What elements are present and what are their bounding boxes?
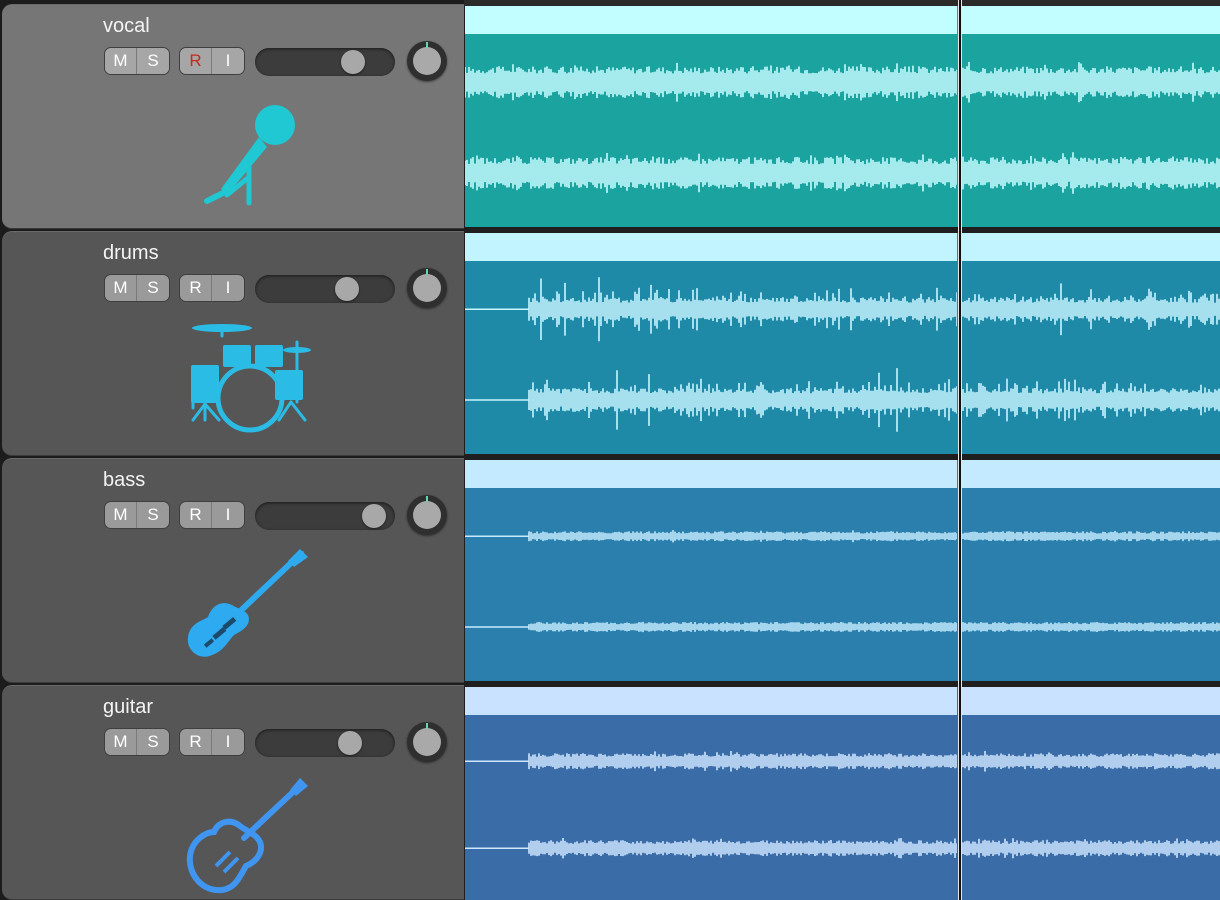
track-header-vocal[interactable]: vocal M S R I bbox=[2, 4, 464, 229]
track-name: bass bbox=[103, 469, 146, 491]
playhead[interactable] bbox=[959, 0, 961, 900]
record-enable-button[interactable]: R bbox=[180, 502, 212, 528]
volume-slider[interactable] bbox=[255, 729, 395, 757]
record-input-group: R I bbox=[180, 729, 244, 755]
microphone-icon bbox=[204, 105, 295, 206]
waveform bbox=[465, 530, 1220, 633]
pan-knob[interactable] bbox=[407, 268, 447, 308]
track-name: drums bbox=[103, 242, 159, 264]
volume-slider-knob[interactable] bbox=[335, 277, 359, 301]
record-enable-button[interactable]: R bbox=[180, 48, 212, 74]
record-input-group: R I bbox=[180, 502, 244, 528]
tracks-area[interactable] bbox=[464, 0, 1220, 900]
mute-solo-group: M S bbox=[105, 729, 169, 755]
track-name: guitar bbox=[103, 696, 154, 718]
pan-knob[interactable] bbox=[407, 41, 447, 81]
volume-slider-knob[interactable] bbox=[362, 504, 386, 528]
waveform bbox=[465, 62, 1220, 194]
record-enable-button[interactable]: R bbox=[180, 275, 212, 301]
volume-slider-knob[interactable] bbox=[338, 731, 362, 755]
record-input-group: R I bbox=[180, 275, 244, 301]
volume-slider-knob[interactable] bbox=[341, 50, 365, 74]
track-name: vocal bbox=[103, 15, 150, 37]
bass-guitar-icon bbox=[187, 549, 308, 657]
mute-solo-group: M S bbox=[105, 48, 169, 74]
audio-region-vocal[interactable] bbox=[465, 6, 1220, 227]
pan-knob[interactable] bbox=[407, 722, 447, 762]
record-input-group: R I bbox=[180, 48, 244, 74]
input-monitor-button[interactable]: I bbox=[212, 729, 244, 755]
mute-button[interactable]: M bbox=[105, 275, 137, 301]
waveform bbox=[465, 751, 1220, 859]
volume-slider[interactable] bbox=[255, 275, 395, 303]
input-monitor-button[interactable]: I bbox=[212, 275, 244, 301]
audio-region-drums[interactable] bbox=[465, 233, 1220, 454]
track-header-bass[interactable]: bass M S R I bbox=[2, 458, 464, 683]
solo-button[interactable]: S bbox=[137, 729, 169, 755]
electric-guitar-icon bbox=[186, 778, 308, 894]
record-enable-button[interactable]: R bbox=[180, 729, 212, 755]
audio-region-guitar[interactable] bbox=[465, 687, 1220, 900]
solo-button[interactable]: S bbox=[137, 275, 169, 301]
input-monitor-button[interactable]: I bbox=[212, 48, 244, 74]
track-header-drums[interactable]: drums M S R I bbox=[2, 231, 464, 456]
mute-button[interactable]: M bbox=[105, 48, 137, 74]
audio-region-bass[interactable] bbox=[465, 460, 1220, 681]
waveform bbox=[465, 277, 1220, 432]
track-header-guitar[interactable]: guitar M S R I bbox=[2, 685, 464, 900]
mute-solo-group: M S bbox=[105, 275, 169, 301]
track-headers-panel: vocal M S R I drums M S R I bass M S R I… bbox=[0, 0, 464, 900]
volume-slider[interactable] bbox=[255, 48, 395, 76]
solo-button[interactable]: S bbox=[137, 502, 169, 528]
pan-knob[interactable] bbox=[407, 495, 447, 535]
mute-button[interactable]: M bbox=[105, 729, 137, 755]
volume-slider[interactable] bbox=[255, 502, 395, 530]
mute-solo-group: M S bbox=[105, 502, 169, 528]
solo-button[interactable]: S bbox=[137, 48, 169, 74]
input-monitor-button[interactable]: I bbox=[212, 502, 244, 528]
drum-kit-icon bbox=[191, 324, 311, 433]
mute-button[interactable]: M bbox=[105, 502, 137, 528]
